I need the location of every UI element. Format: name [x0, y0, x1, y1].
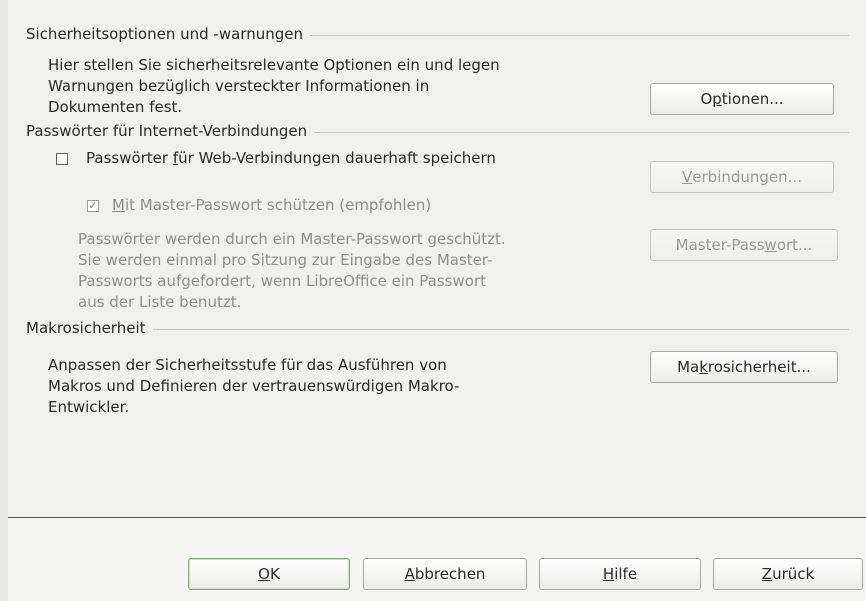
security-description: Hier stellen Sie sicherheitsrelevante Op…: [48, 55, 500, 118]
save-passwords-label[interactable]: Passwörter für Web-Verbindungen dauerhaf…: [86, 149, 496, 167]
save-passwords-checkbox[interactable]: [56, 153, 68, 165]
master-password-label[interactable]: Mit Master-Passwort schützen (empfohlen): [112, 196, 431, 214]
section-divider: [309, 34, 849, 36]
master-password-info: Passwörter werden durch ein Master-Passw…: [78, 229, 506, 313]
security-desc-line: Dokumenten fest.: [48, 98, 183, 116]
security-desc-line: Hier stellen Sie sicherheitsrelevante Op…: [48, 56, 500, 74]
macro-section-header: Makrosicherheit: [26, 318, 849, 338]
macro-desc-line: Makros und Definieren der vertrauenswürd…: [48, 377, 460, 395]
checkmark-icon: ✓: [88, 199, 98, 212]
macro-desc-line: Entwickler.: [48, 398, 130, 416]
back-button[interactable]: Zurück: [713, 558, 863, 590]
security-section-title: Sicherheitsoptionen und -warnungen: [26, 25, 303, 43]
macro-desc-line: Anpassen der Sicherheitsstufe für das Au…: [48, 356, 447, 374]
info-line: Passwörter werden durch ein Master-Passw…: [78, 230, 506, 248]
info-line: Passworts aufgefordert, wenn LibreOffice…: [78, 272, 486, 290]
ok-button[interactable]: OK: [188, 558, 350, 590]
section-divider: [314, 131, 849, 133]
security-section-header: Sicherheitsoptionen und -warnungen: [26, 24, 849, 44]
info-line: Sie werden einmal pro Sitzung zur Eingab…: [78, 251, 493, 269]
macro-section-title: Makrosicherheit: [26, 319, 146, 337]
macro-description: Anpassen der Sicherheitsstufe für das Au…: [48, 355, 459, 418]
macro-security-button[interactable]: Ma k rosicherheit...: [650, 351, 838, 383]
master-password-checkbox[interactable]: ✓: [87, 200, 99, 212]
cancel-button[interactable]: Abbrechen: [363, 558, 527, 590]
help-button[interactable]: Hilfe: [539, 558, 701, 590]
security-desc-line: Warnungen bezüglich versteckter Informat…: [48, 77, 430, 95]
connections-button[interactable]: Verbindungen...: [650, 161, 834, 193]
master-password-button[interactable]: Master-Pass w ort...: [650, 229, 838, 261]
info-line: aus der Liste benutzt.: [78, 293, 242, 311]
passwords-section-header: Passwörter für Internet-Verbindungen: [26, 121, 849, 141]
options-button[interactable]: Op tionen...: [650, 83, 834, 115]
section-divider: [152, 328, 849, 330]
passwords-section-title: Passwörter für Internet-Verbindungen: [26, 122, 308, 140]
